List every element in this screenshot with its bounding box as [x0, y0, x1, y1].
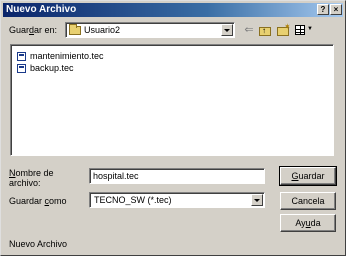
filename-label: Nombre de archivo:: [9, 168, 54, 188]
save-in-dropdown[interactable]: Usuario2: [65, 22, 235, 38]
save-dialog: Nuevo Archivo ? × Guardar en: Usuario2 ⇐…: [0, 0, 346, 256]
file-icon: [17, 64, 26, 73]
new-folder-icon[interactable]: ✶: [276, 22, 291, 37]
chevron-down-icon[interactable]: [251, 194, 263, 206]
file-list[interactable]: mantenimiento.tec backup.tec: [10, 44, 334, 156]
chevron-down-icon[interactable]: [221, 24, 233, 36]
filetype-label: Guardar como: [9, 196, 67, 206]
file-icon: [17, 52, 26, 61]
help-title-button[interactable]: ?: [317, 4, 329, 15]
views-menu-icon[interactable]: ▼: [294, 23, 313, 37]
status-text: Nuevo Archivo: [9, 239, 68, 249]
up-folder-icon[interactable]: ↑: [258, 23, 272, 37]
file-name: mantenimiento.tec: [30, 51, 104, 61]
file-item[interactable]: backup.tec: [17, 63, 74, 74]
save-in-label: Guardar en:: [9, 25, 58, 35]
back-arrow-icon[interactable]: ⇐: [242, 23, 256, 37]
close-button[interactable]: ×: [330, 4, 342, 15]
filetype-dropdown[interactable]: TECNO_SW (*.tec): [89, 192, 265, 208]
file-item[interactable]: mantenimiento.tec: [17, 51, 104, 62]
file-name: backup.tec: [30, 63, 74, 73]
folder-icon: [69, 24, 81, 35]
save-in-value: Usuario2: [84, 25, 121, 35]
cancel-button[interactable]: Cancela: [280, 192, 336, 210]
save-button[interactable]: Guardar: [279, 166, 337, 186]
window-title: Nuevo Archivo: [6, 4, 77, 15]
filetype-value: TECNO_SW (*.tec): [94, 195, 172, 205]
title-bar[interactable]: Nuevo Archivo ? ×: [3, 3, 343, 17]
filename-input[interactable]: hospital.tec: [89, 168, 265, 184]
help-button[interactable]: Ayuda: [280, 214, 336, 232]
